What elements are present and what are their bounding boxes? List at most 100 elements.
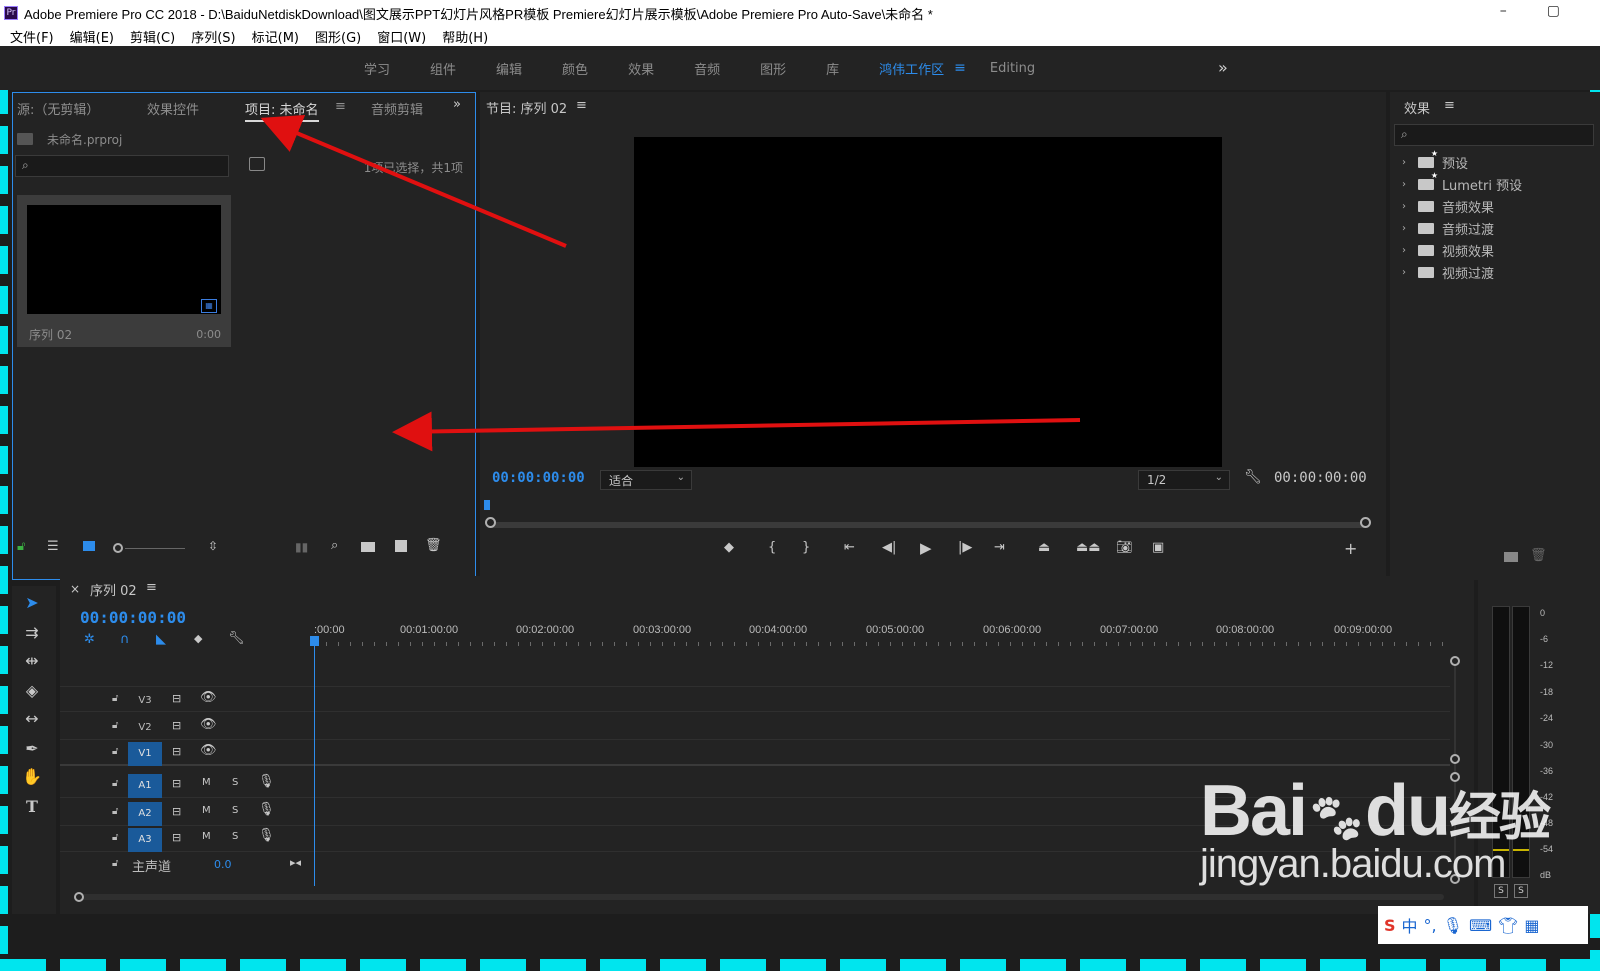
menu-marker[interactable]: 标记(M) — [252, 27, 299, 46]
nest-toggle-icon[interactable]: ✲ — [84, 632, 95, 647]
sync-lock-icon[interactable]: ⊟ — [172, 719, 181, 732]
new-item-icon[interactable] — [395, 540, 407, 552]
program-panel-title[interactable]: 节目: 序列 02 — [486, 98, 567, 117]
effects-item-presets[interactable]: › 预设 — [1402, 149, 1468, 172]
menu-edit[interactable]: 编辑(E) — [70, 27, 114, 46]
track-lock-icon[interactable]: 🔓︎ — [112, 720, 118, 731]
scrub-out-handle[interactable] — [1360, 517, 1371, 528]
tab-project[interactable]: 项目: 未命名 — [245, 99, 319, 122]
sync-lock-icon[interactable]: ⊟ — [172, 745, 181, 758]
mute-button[interactable]: M — [202, 777, 211, 788]
track-label-a3[interactable]: A3 — [128, 828, 162, 852]
menu-help[interactable]: 帮助(H) — [442, 27, 488, 46]
track-lock-icon[interactable]: 🔓︎ — [112, 806, 118, 817]
punctuation-mode[interactable]: °, — [1424, 916, 1437, 935]
effects-item-video-effects[interactable]: › 视频效果 — [1402, 240, 1494, 260]
effects-search-input[interactable]: ⌕ — [1394, 124, 1594, 146]
fit-dropdown[interactable]: 适合 ⌄ — [600, 470, 692, 490]
track-label-a1[interactable]: A1 — [128, 774, 162, 798]
camera-export-frame-icon[interactable]: 📷︎ — [1116, 540, 1133, 555]
program-menu-icon[interactable]: ≡ — [576, 98, 587, 113]
menu-graphics[interactable]: 图形(G) — [315, 27, 361, 46]
tab-audio-clip-mixer[interactable]: 音频剪辑 — [371, 99, 423, 118]
tab-source[interactable]: 源:（无剪辑） — [17, 99, 99, 118]
go-to-out-icon[interactable]: ⇥ — [994, 540, 1005, 555]
microphone-icon[interactable]: 🎙︎ — [258, 802, 275, 817]
video-scroll-bottom-handle[interactable] — [1450, 754, 1460, 764]
workspace-assembly[interactable]: 组件 — [430, 59, 456, 78]
menu-sequence[interactable]: 序列(S) — [191, 27, 235, 46]
track-row-v2[interactable]: 🔓︎ V2 ⊟ 👁︎ — [60, 714, 1450, 740]
workspace-effects[interactable]: 效果 — [628, 59, 654, 78]
horizontal-scroll-left-handle[interactable] — [74, 892, 84, 902]
pen-tool-icon[interactable]: ✒ — [20, 738, 44, 760]
icon-view-icon[interactable] — [83, 541, 95, 551]
project-search-input[interactable]: ⌕ — [15, 155, 229, 177]
add-marker-icon[interactable]: ◆ — [194, 632, 202, 645]
eye-icon[interactable]: 👁︎ — [200, 717, 217, 732]
selection-tool-icon[interactable]: ➤ — [20, 592, 44, 614]
workspace-custom-active[interactable]: 鸿伟工作区 — [879, 59, 944, 78]
workspace-audio[interactable]: 音频 — [694, 59, 720, 78]
toolbox-icon[interactable]: ▦ — [1524, 916, 1539, 935]
tab-project-menu-icon[interactable]: ≡ — [335, 99, 346, 114]
solo-button[interactable]: S — [232, 777, 238, 788]
button-editor-plus-icon[interactable]: + — [1344, 539, 1357, 558]
effects-menu-icon[interactable]: ≡ — [1444, 98, 1455, 113]
new-bin-icon[interactable] — [361, 542, 375, 552]
sequence-menu-icon[interactable]: ≡ — [146, 580, 157, 595]
workspace-learn[interactable]: 学习 — [364, 59, 390, 78]
sequence-tab[interactable]: 序列 02 — [90, 580, 137, 599]
hand-tool-icon[interactable]: ✋ — [20, 766, 44, 788]
find-in-bin-icon[interactable] — [249, 157, 265, 171]
tab-effect-controls[interactable]: 效果控件 — [147, 99, 199, 118]
mark-in-icon[interactable]: { — [768, 540, 776, 555]
maximize-button[interactable]: ▢ — [1547, 3, 1560, 19]
zoom-slider-track[interactable] — [125, 548, 185, 549]
snap-magnet-icon[interactable]: ∩ — [120, 632, 130, 647]
workspace-graphics[interactable]: 图形 — [760, 59, 786, 78]
slip-tool-icon[interactable]: ↔ — [20, 708, 44, 730]
timeline-timecode[interactable]: 00:00:00:00 — [80, 608, 186, 627]
microphone-icon[interactable]: 🎙︎ — [258, 774, 275, 789]
menu-window[interactable]: 窗口(W) — [377, 27, 426, 46]
track-label-v1[interactable]: V1 — [128, 742, 162, 766]
sync-lock-icon[interactable]: ⊟ — [172, 805, 181, 818]
find-icon[interactable]: ⌕ — [331, 538, 338, 553]
razor-tool-icon[interactable]: ◈ — [20, 680, 44, 702]
ime-mode[interactable]: 中 — [1402, 913, 1418, 937]
solo-button[interactable]: S — [232, 831, 238, 842]
go-to-in-icon[interactable]: ⇤ — [844, 540, 855, 555]
video-scroll-top-handle[interactable] — [1450, 656, 1460, 666]
new-custom-bin-icon[interactable] — [1504, 552, 1518, 562]
sequence-thumbnail-card[interactable]: ▦ 序列 02 0:00 — [17, 195, 231, 347]
microphone-icon[interactable]: 🎙︎ — [258, 828, 275, 843]
effects-item-audio-transitions[interactable]: › 音频过渡 — [1402, 218, 1494, 238]
extract-icon[interactable]: ⏏⏏ — [1076, 540, 1101, 555]
track-lock-icon[interactable]: 🔓︎ — [112, 693, 118, 704]
sync-lock-icon[interactable]: ⊟ — [172, 831, 181, 844]
workspace-editing[interactable]: 编辑 — [496, 59, 522, 78]
effects-panel-title[interactable]: 效果 — [1404, 98, 1430, 117]
eye-icon[interactable]: 👁︎ — [200, 743, 217, 758]
effects-item-lumetri[interactable]: › Lumetri 预设 — [1402, 171, 1522, 194]
settings-wrench-icon[interactable]: 🔧︎ — [1244, 469, 1262, 485]
scrub-in-handle[interactable] — [485, 517, 496, 528]
keyboard-icon[interactable]: ⌨ — [1469, 916, 1492, 935]
close-sequence-icon[interactable]: × — [70, 582, 80, 596]
sogou-logo-icon[interactable]: S — [1384, 916, 1396, 935]
timeline-settings-wrench-icon[interactable]: 🔧︎ — [228, 631, 245, 646]
track-select-tool-icon[interactable]: ⇉ — [20, 622, 44, 644]
workspace-overflow-icon[interactable]: » — [1218, 58, 1228, 77]
zoom-slider-handle[interactable] — [113, 543, 123, 553]
lock-icon[interactable]: 🔓︎ — [17, 539, 25, 554]
track-lock-icon[interactable]: 🔓︎ — [112, 858, 118, 869]
horizontal-scrollbar[interactable] — [74, 894, 1444, 900]
resolution-dropdown[interactable]: 1/2 ⌄ — [1138, 470, 1230, 490]
comparison-view-icon[interactable]: ▣ — [1152, 540, 1164, 555]
mute-button[interactable]: M — [202, 805, 211, 816]
ripple-edit-tool-icon[interactable]: ⇹ — [20, 650, 44, 672]
track-row-v3[interactable]: 🔓︎ V3 ⊟ 👁︎ — [60, 686, 1450, 712]
skin-icon[interactable]: 👕︎ — [1498, 916, 1518, 935]
panel-overflow-icon[interactable]: » — [453, 97, 461, 112]
